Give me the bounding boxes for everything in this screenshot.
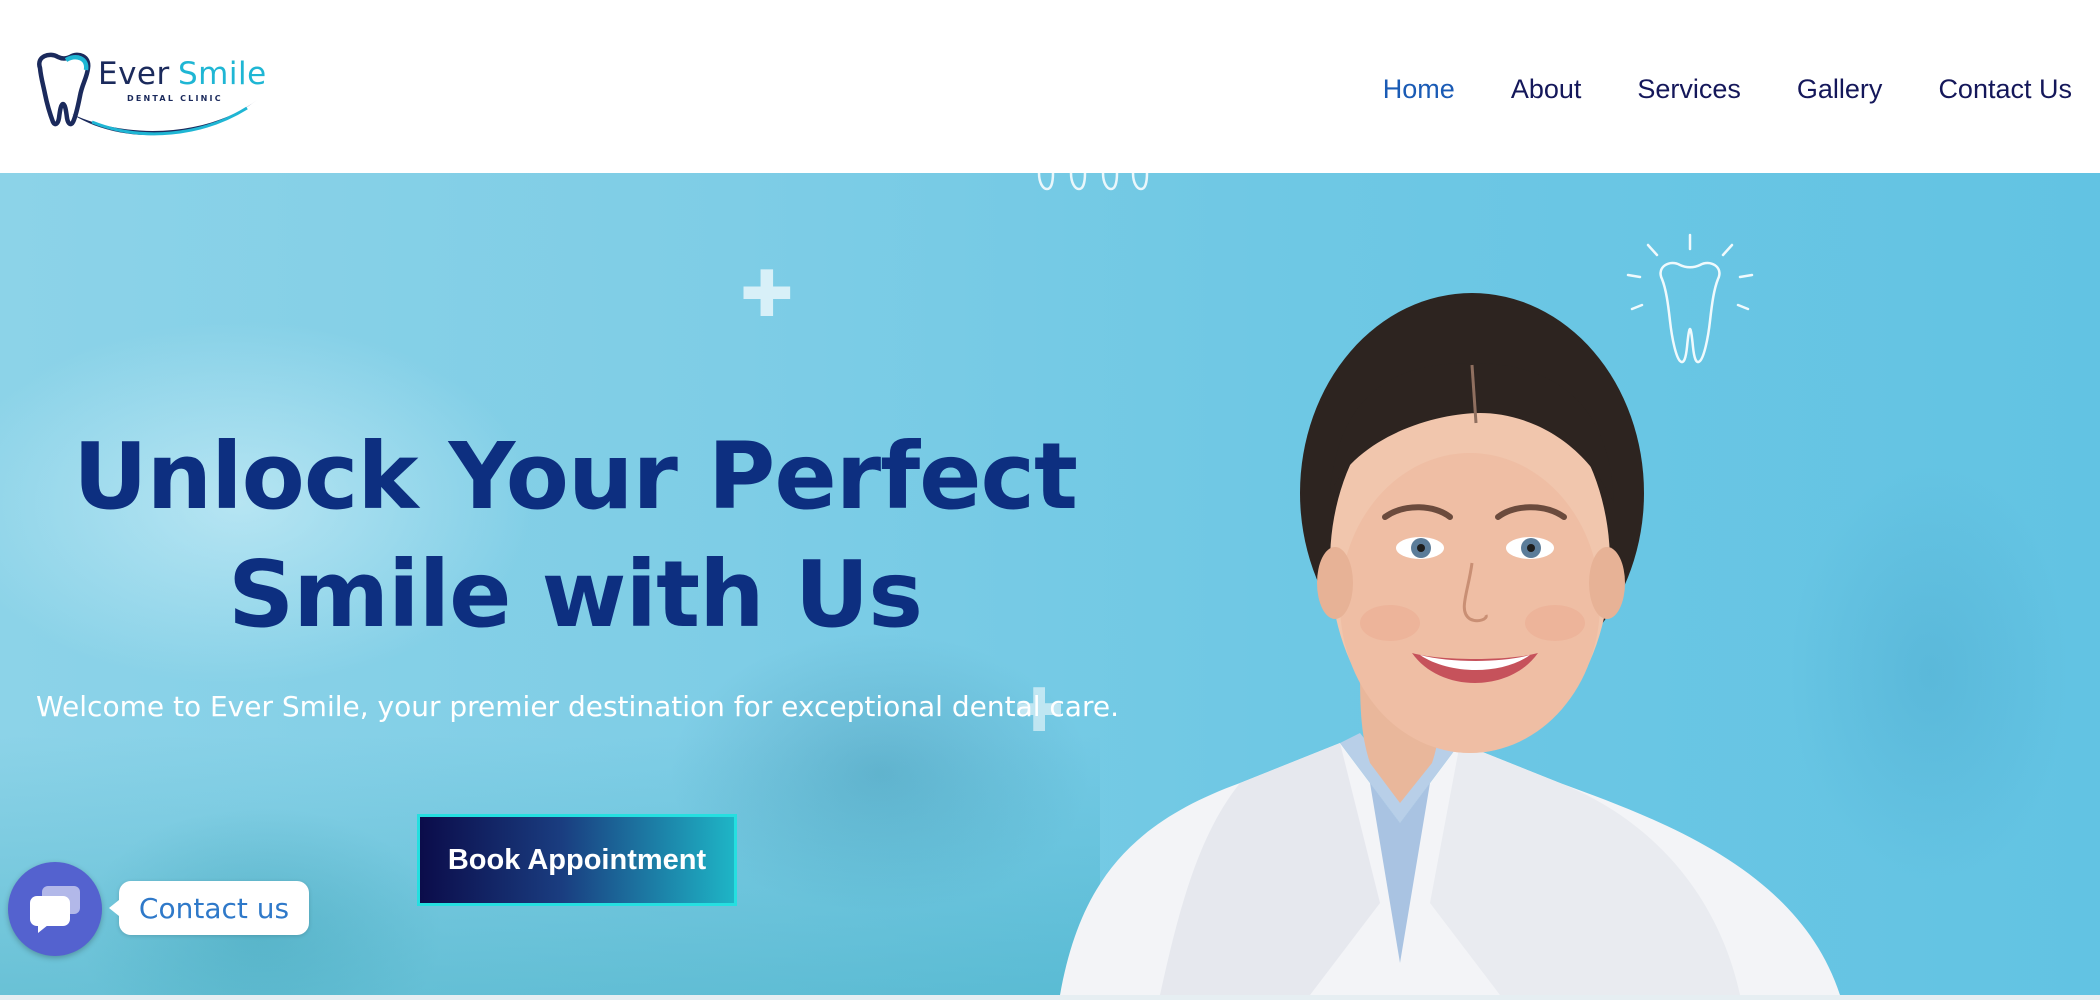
main-nav: Home About Services Gallery Contact Us — [1383, 76, 2072, 103]
dentist-portrait-image — [1060, 293, 1840, 995]
brand-logo[interactable]: Ever Smile DENTAL CLINIC — [32, 50, 266, 140]
nav-item-gallery[interactable]: Gallery — [1797, 76, 1883, 103]
contact-us-bubble[interactable]: Contact us — [109, 881, 309, 935]
book-appointment-button[interactable]: Book Appointment — [417, 814, 737, 906]
nav-item-about[interactable]: About — [1511, 76, 1582, 103]
hero-section: ✚ ✚ Unlock Your Perfect Smile with Us We… — [0, 173, 2100, 995]
hero-headline-line2: Smile with Us — [227, 541, 923, 648]
hero-headline: Unlock Your Perfect Smile with Us — [40, 418, 1110, 654]
hero-headline-line1: Unlock Your Perfect — [72, 423, 1078, 530]
page-bottom-edge — [0, 995, 2100, 1000]
brand-name-part2: Smile — [178, 56, 267, 92]
nav-item-home[interactable]: Home — [1383, 76, 1455, 103]
site-header: Ever Smile DENTAL CLINIC Home About Serv… — [0, 0, 2100, 173]
nav-item-services[interactable]: Services — [1637, 76, 1741, 103]
plus-decoration-icon: ✚ — [740, 258, 794, 332]
hero-subtext: Welcome to Ever Smile, your premier dest… — [36, 690, 1119, 723]
brand-name-part1: Ever — [98, 56, 170, 92]
brand-tagline: DENTAL CLINIC — [127, 94, 223, 103]
tooth-decoration-icon — [1037, 173, 1149, 191]
chat-launcher-button[interactable] — [8, 862, 102, 956]
nav-item-contact-us[interactable]: Contact Us — [1938, 76, 2072, 103]
chat-icon — [30, 886, 80, 933]
